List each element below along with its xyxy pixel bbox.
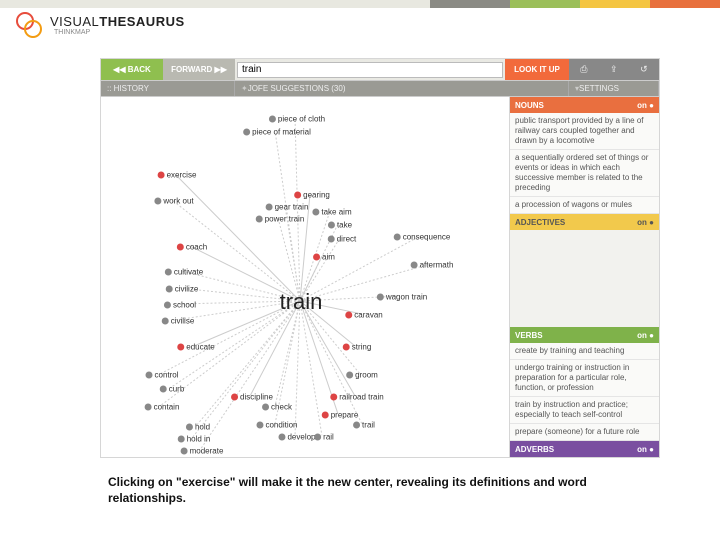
lookup-button[interactable]: LOOK IT UP [505, 59, 569, 80]
definitions-panel: NOUNSon ● public transport provided by a… [509, 97, 659, 457]
definition-item[interactable]: prepare (someone) for a future role [510, 424, 659, 441]
definition-item[interactable]: a sequentially ordered set of things or … [510, 150, 659, 197]
graph-node[interactable]: groom [344, 370, 378, 381]
graph-node[interactable]: piece of cloth [267, 114, 325, 125]
app-frame: ◀◀ BACK FORWARD ▶▶ LOOK IT UP ⎙ ⇪ ↺ :: H… [100, 58, 660, 458]
brand-logo: VISUALTHESAURUS THINKMAP [14, 10, 185, 40]
definition-item[interactable]: create by training and teaching [510, 343, 659, 360]
definition-item[interactable]: a procession of wagons or mules [510, 197, 659, 214]
graph-node[interactable]: civilize [164, 284, 199, 295]
graph-node[interactable]: trail [351, 420, 375, 431]
logo-icon [14, 10, 44, 40]
graph-node[interactable]: coach [175, 242, 207, 253]
graph-node[interactable]: power train [254, 214, 305, 225]
graph-node[interactable]: aftermath [409, 260, 454, 271]
search-wrap [235, 59, 505, 80]
graph-node[interactable]: moderate [179, 446, 224, 457]
definition-item[interactable]: public transport provided by a line of r… [510, 113, 659, 150]
graph-node[interactable]: direct [326, 234, 357, 245]
graph-node[interactable]: string [341, 342, 372, 353]
settings-dropdown[interactable]: ▾ SETTINGS [569, 81, 659, 96]
top-color-bar [0, 0, 720, 8]
brand-name-light: VISUAL [50, 14, 99, 29]
graph-node[interactable]: contain [143, 402, 180, 413]
graph-node[interactable]: aim [311, 252, 335, 263]
graph-node[interactable]: educate [175, 342, 214, 353]
graph-node[interactable]: piece of material [241, 127, 311, 138]
graph-node[interactable]: condition [254, 420, 297, 431]
brand-subtitle: THINKMAP [54, 29, 185, 36]
graph-node[interactable]: exercise [156, 170, 197, 181]
graph-node[interactable]: gear train [264, 202, 309, 213]
slide-caption: Clicking on "exercise" will make it the … [108, 474, 648, 506]
graph-node[interactable]: rail [312, 432, 334, 443]
graph-node[interactable]: consequence [392, 232, 451, 243]
aux-tools: ⎙ ⇪ ↺ [569, 59, 659, 80]
graph-node[interactable]: check [260, 402, 292, 413]
pos-header-noun[interactable]: NOUNSon ● [510, 97, 659, 113]
suggestions-dropdown[interactable]: ✦ JOFE SUGGESTIONS (30) [235, 81, 569, 96]
graph-node[interactable]: caravan [343, 310, 382, 321]
pos-header-adv[interactable]: ADVERBSon ● [510, 441, 659, 457]
graph-node[interactable]: take aim [310, 207, 351, 218]
random-icon[interactable]: ↺ [640, 64, 648, 75]
graph-node[interactable]: wagon train [375, 292, 427, 303]
forward-button[interactable]: FORWARD ▶▶ [163, 59, 235, 80]
graph-node[interactable]: work out [152, 196, 193, 207]
search-input[interactable] [237, 62, 503, 78]
subtoolbar: :: HISTORY ✦ JOFE SUGGESTIONS (30) ▾ SET… [101, 81, 659, 97]
toolbar: ◀◀ BACK FORWARD ▶▶ LOOK IT UP ⎙ ⇪ ↺ [101, 59, 659, 81]
graph-node[interactable]: hold [184, 422, 210, 433]
graph-node[interactable]: take [326, 220, 352, 231]
graph-node[interactable]: railroad train [328, 392, 383, 403]
brand-name-bold: THESAURUS [99, 14, 184, 29]
graph-node[interactable]: curb [158, 384, 185, 395]
graph-node[interactable]: civilise [160, 316, 195, 327]
pos-header-adj[interactable]: ADJECTIVESon ● [510, 214, 659, 230]
graph-node[interactable]: school [162, 300, 196, 311]
definition-item[interactable]: undergo training or instruction in prepa… [510, 360, 659, 397]
back-button[interactable]: ◀◀ BACK [101, 59, 163, 80]
graph-node[interactable]: cultivate [163, 267, 203, 278]
graph-node[interactable]: control [143, 370, 178, 381]
graph-node[interactable]: develop [276, 432, 315, 443]
graph-canvas[interactable]: train piece of cloth piece of material exe… [101, 97, 509, 457]
graph-node[interactable]: hold in [176, 434, 211, 445]
graph-node[interactable]: gearing [292, 190, 330, 201]
pos-header-verb[interactable]: VERBSon ● [510, 327, 659, 343]
share-icon[interactable]: ⇪ [610, 64, 618, 75]
history-dropdown[interactable]: :: HISTORY [101, 81, 235, 96]
center-node[interactable]: train [280, 289, 323, 315]
definition-item[interactable]: train by instruction and practice; espec… [510, 397, 659, 424]
print-icon[interactable]: ⎙ [580, 64, 587, 75]
